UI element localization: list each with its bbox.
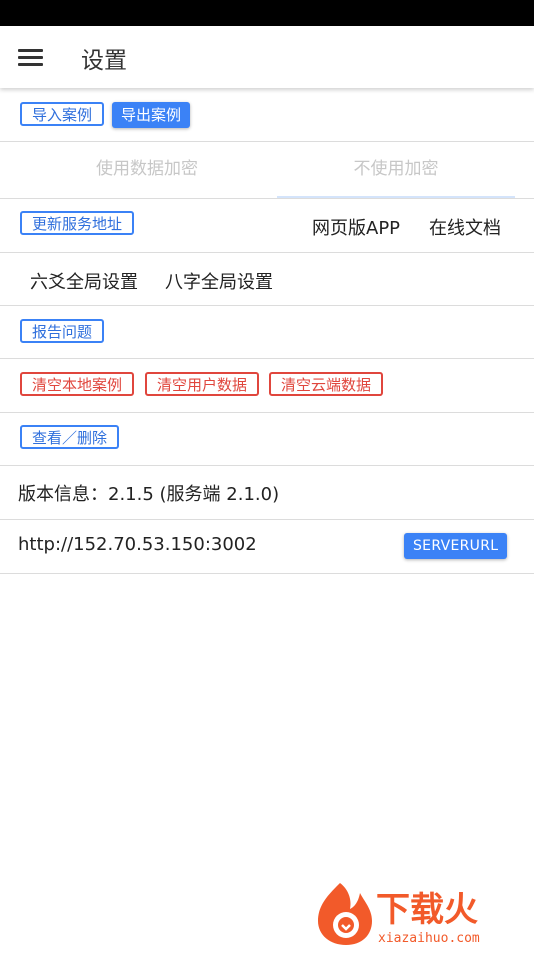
menu-icon[interactable] bbox=[18, 47, 44, 67]
view-delete-button[interactable]: 查看／删除 bbox=[20, 425, 120, 449]
flame-icon: 下载火 xiazaihuo.com bbox=[318, 883, 480, 946]
view-delete-row: 查看／删除 bbox=[0, 413, 534, 466]
tab-use-encryption[interactable]: 使用数据加密 bbox=[18, 142, 276, 198]
update-service-address-button[interactable]: 更新服务地址 bbox=[20, 211, 135, 235]
clear-local-cases-button[interactable]: 清空本地案例 bbox=[20, 372, 135, 396]
app-bar: 设置 bbox=[0, 26, 534, 88]
online-docs-link[interactable]: 在线文档 bbox=[429, 214, 501, 240]
watermark-brand: 下载火 bbox=[376, 890, 478, 930]
clear-user-data-button[interactable]: 清空用户数据 bbox=[145, 372, 260, 396]
clear-cloud-data-button[interactable]: 清空云端数据 bbox=[269, 372, 384, 396]
version-row: 版本信息：2.1.5 (服务端 2.1.0) bbox=[0, 466, 534, 520]
encryption-tabs: 使用数据加密 不使用加密 bbox=[0, 142, 534, 199]
web-app-link[interactable]: 网页版APP bbox=[312, 214, 400, 240]
version-info: 版本信息：2.1.5 (服务端 2.1.0) bbox=[18, 484, 280, 505]
case-row: 导入案例 导出案例 bbox=[0, 88, 534, 142]
server-url-text: http://152.70.53.150:3002 bbox=[18, 534, 257, 555]
tab-indicator bbox=[277, 196, 515, 198]
menu-icon-line bbox=[18, 56, 43, 59]
report-issue-button[interactable]: 报告问题 bbox=[20, 319, 105, 343]
liuyao-global-settings-link[interactable]: 六爻全局设置 bbox=[30, 268, 138, 294]
menu-icon-line bbox=[18, 63, 43, 66]
server-url-button[interactable]: SERVERURL bbox=[404, 533, 508, 559]
report-row: 报告问题 bbox=[0, 306, 534, 359]
page-title: 设置 bbox=[81, 48, 127, 74]
global-settings-row: 六爻全局设置 八字全局设置 bbox=[0, 253, 534, 306]
bazi-global-settings-link[interactable]: 八字全局设置 bbox=[165, 268, 273, 294]
watermark-logo: 下载火 xiazaihuo.com bbox=[310, 875, 530, 950]
service-row: 更新服务地址 网页版APP 在线文档 bbox=[0, 199, 534, 253]
tab-no-encryption[interactable]: 不使用加密 bbox=[277, 142, 515, 198]
watermark-domain: xiazaihuo.com bbox=[378, 931, 480, 946]
export-case-button[interactable]: 导出案例 bbox=[112, 102, 191, 128]
status-bar bbox=[0, 0, 534, 26]
menu-icon-line bbox=[18, 49, 43, 52]
import-case-button[interactable]: 导入案例 bbox=[20, 102, 105, 126]
clear-data-row: 清空本地案例 清空用户数据 清空云端数据 bbox=[0, 359, 534, 413]
server-url-row: http://152.70.53.150:3002 SERVERURL bbox=[0, 520, 534, 574]
